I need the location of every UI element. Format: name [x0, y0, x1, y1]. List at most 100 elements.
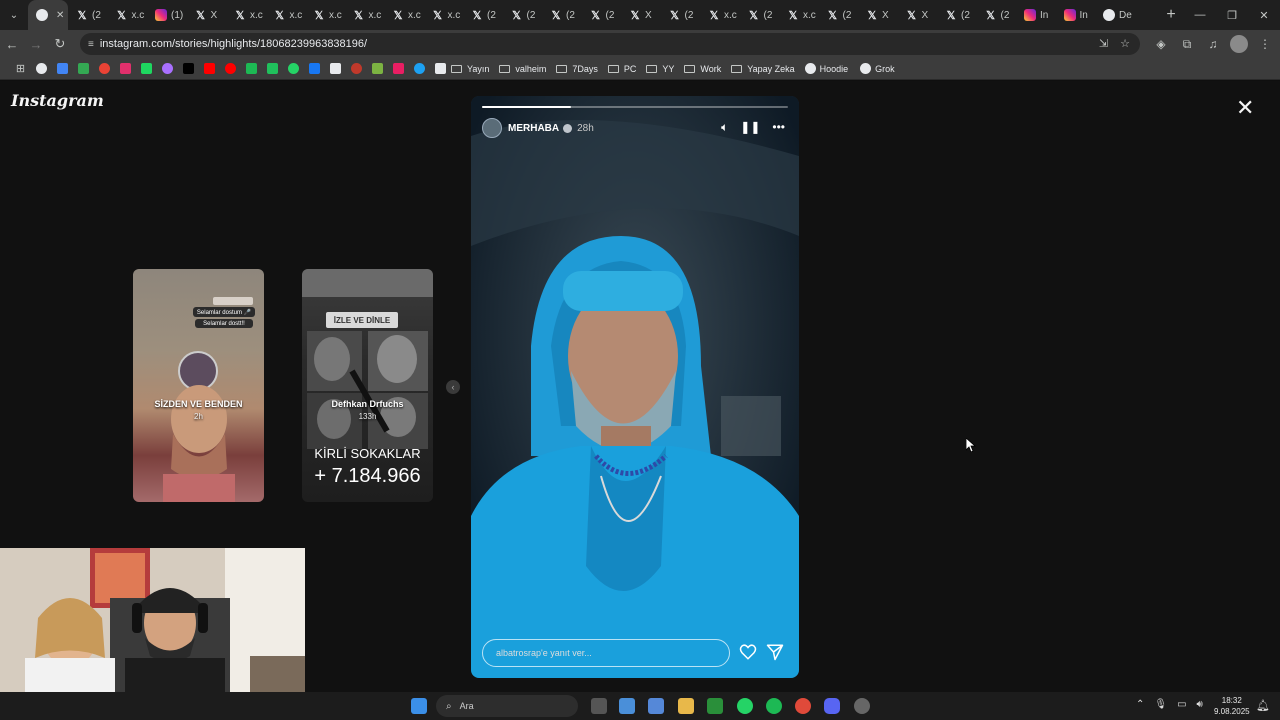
url-text[interactable]: instagram.com/stories/highlights/1806823… — [100, 38, 367, 50]
store-icon[interactable] — [648, 698, 664, 714]
bookmark-favicon-icon[interactable] — [94, 63, 115, 74]
bookmark-favicon-icon[interactable] — [346, 63, 367, 74]
bookmark-favicon-icon[interactable] — [220, 63, 241, 74]
apps-grid-icon[interactable]: ⊞ — [10, 62, 31, 75]
browser-tab[interactable]: 𝕏 (2 — [463, 0, 503, 30]
bookmark-favicon-icon[interactable] — [136, 63, 157, 74]
menu-icon[interactable]: ⋮ — [1256, 37, 1274, 51]
install-app-icon[interactable]: ⇲ — [1099, 37, 1108, 50]
story-viewer[interactable]: MERHABA 28h 🔈︎ ❚❚ ••• albatrosrap'e yanı… — [471, 96, 799, 678]
bookmark-folder[interactable]: PC — [607, 64, 636, 74]
bookmark-favicon-icon[interactable] — [304, 63, 325, 74]
bookmark-favicon-icon[interactable] — [325, 63, 346, 74]
media-icon[interactable]: ♫ — [1204, 37, 1222, 51]
site-info-icon[interactable]: ≡ — [88, 39, 94, 50]
more-options-icon[interactable]: ••• — [772, 120, 785, 135]
instagram-logo[interactable]: Instagram — [11, 91, 104, 110]
app-icon[interactable] — [854, 698, 870, 714]
bookmark-favicon-icon[interactable] — [283, 63, 304, 74]
browser-tab[interactable]: (1) — [147, 0, 187, 30]
bookmark-folder[interactable]: 7Days — [556, 64, 598, 74]
bookmark-star-icon[interactable]: ☆ — [1120, 37, 1130, 50]
bookmark-favicon-icon[interactable] — [388, 63, 409, 74]
close-window-icon[interactable]: ✕ — [1248, 0, 1280, 30]
forward-icon[interactable]: → — [24, 30, 48, 58]
browser-tab[interactable]: 𝕏 (2 — [740, 0, 780, 30]
volume-icon[interactable]: 🔈︎ — [721, 120, 728, 135]
browser-tab[interactable]: 𝕏x.c — [700, 0, 740, 30]
story-username[interactable]: MERHABA — [508, 123, 559, 134]
bookmark-favicon-icon[interactable] — [409, 63, 430, 74]
bookmark-favicon-icon[interactable] — [52, 63, 73, 74]
browser-tab[interactable]: 𝕏 (2 — [661, 0, 701, 30]
bookmark-favicon-icon[interactable] — [367, 63, 388, 74]
browser-tab[interactable]: In — [1016, 0, 1056, 30]
network-icon[interactable]: ▭ — [1177, 699, 1186, 710]
browser-tab[interactable]: 𝕏X — [187, 0, 227, 30]
bookmark-folder[interactable]: Yayın — [451, 64, 489, 74]
previous-story-icon[interactable]: ‹ — [446, 380, 460, 394]
bookmark-favicon-icon[interactable] — [262, 63, 283, 74]
browser-tab[interactable]: 𝕏x.c — [226, 0, 266, 30]
microphone-icon[interactable]: 🎙︎ — [1154, 699, 1167, 710]
restore-icon[interactable]: ❐ — [1216, 0, 1248, 30]
browser-tab[interactable]: 𝕏x.c — [108, 0, 148, 30]
new-tab-button[interactable]: + — [1158, 0, 1184, 30]
taskbar-search[interactable]: ⌕ Ara — [436, 695, 578, 717]
story-reply-input[interactable]: albatrosrap'e yanıt ver... — [482, 639, 730, 667]
browser-tab[interactable]: 𝕏x.c — [424, 0, 464, 30]
bookmark-link[interactable]: Grok — [860, 63, 895, 74]
bookmark-favicon-icon[interactable] — [199, 63, 220, 74]
bookmark-favicon-icon[interactable] — [430, 63, 451, 74]
whatsapp-icon[interactable] — [737, 698, 753, 714]
reload-icon[interactable]: ↻ — [48, 30, 72, 58]
browser-tab[interactable]: 𝕏 (2 — [977, 0, 1017, 30]
send-icon[interactable] — [766, 643, 784, 661]
bookmark-favicon-icon[interactable] — [241, 63, 262, 74]
story-avatar[interactable] — [482, 118, 502, 138]
notification-icon[interactable]: 🔔︎ — [1256, 699, 1270, 712]
tray-overflow-icon[interactable]: ⌃ — [1136, 699, 1144, 710]
browser-tab[interactable]: ✕ — [28, 0, 68, 30]
extension-icon[interactable]: ◈ — [1152, 37, 1170, 51]
story-preview-2[interactable]: İZLE VE DİNLE Defhkan Drfuchs 133h KİRLİ… — [302, 269, 433, 502]
like-heart-icon[interactable] — [739, 643, 757, 661]
xbox-icon[interactable] — [707, 698, 723, 714]
browser-tab[interactable]: 𝕏x.c — [345, 0, 385, 30]
browser-tab[interactable]: 𝕏x.c — [384, 0, 424, 30]
start-windows-icon[interactable] — [411, 698, 427, 714]
browser-tab[interactable]: 𝕏x.c — [305, 0, 345, 30]
extensions-puzzle-icon[interactable]: ⧉ — [1178, 37, 1196, 52]
browser-tab[interactable]: 𝕏x.c — [779, 0, 819, 30]
bookmark-favicon-icon[interactable] — [157, 63, 178, 74]
browser-tab[interactable]: 𝕏 (2 — [68, 0, 108, 30]
copilot-icon[interactable] — [619, 698, 635, 714]
browser-tab[interactable]: 𝕏X — [858, 0, 898, 30]
browser-tab[interactable]: 𝕏X — [898, 0, 938, 30]
chrome-icon[interactable] — [795, 698, 811, 714]
speaker-icon[interactable]: 🔊︎ — [1197, 699, 1203, 710]
minimize-icon[interactable]: — — [1184, 0, 1216, 30]
bookmark-folder[interactable]: Work — [684, 64, 721, 74]
browser-tab[interactable]: 𝕏 (2 — [542, 0, 582, 30]
spotify-icon[interactable] — [766, 698, 782, 714]
browser-tab[interactable]: 𝕏 (2 — [937, 0, 977, 30]
browser-tab[interactable]: 𝕏x.c — [266, 0, 306, 30]
bookmark-favicon-icon[interactable] — [73, 63, 94, 74]
tab-search-icon[interactable]: ⌄ — [0, 0, 28, 30]
clock[interactable]: 18:32 9.08.2025 — [1214, 695, 1250, 717]
browser-tab[interactable]: 𝕏 (2 — [582, 0, 622, 30]
browser-tab[interactable]: De — [1095, 0, 1135, 30]
browser-tab[interactable]: 𝕏X — [621, 0, 661, 30]
close-tab-icon[interactable]: ✕ — [56, 10, 64, 21]
file-explorer-icon[interactable] — [678, 698, 694, 714]
back-icon[interactable]: ← — [0, 30, 24, 58]
address-bar[interactable]: ≡ instagram.com/stories/highlights/18068… — [80, 33, 1140, 55]
bookmark-favicon-icon[interactable] — [115, 63, 136, 74]
story-preview-1[interactable]: Selamlar dostum 🎤 Selamlar dostt!! SİZDE… — [133, 269, 264, 502]
browser-tab[interactable]: 𝕏 (2 — [503, 0, 543, 30]
discord-icon[interactable] — [824, 698, 840, 714]
bookmark-link[interactable]: Hoodie — [804, 63, 848, 74]
bookmark-folder[interactable]: Yapay Zeka — [731, 64, 795, 74]
bookmark-favicon-icon[interactable] — [178, 63, 199, 74]
